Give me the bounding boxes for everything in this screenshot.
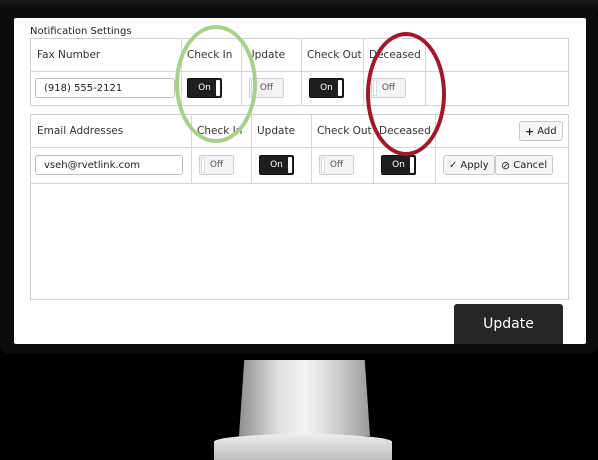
email-col-divider	[311, 115, 312, 183]
fax-number-header: Fax Number	[37, 49, 101, 61]
email-settings-table: Email Addresses Check In Update Check Ou…	[30, 114, 569, 300]
fax-col-divider	[363, 39, 364, 105]
apply-button[interactable]: ✓ Apply	[443, 155, 495, 175]
email-update-toggle[interactable]: On	[259, 155, 294, 175]
monitor-stand-neck	[239, 360, 370, 436]
email-check-out-header: Check Out	[317, 125, 372, 137]
email-update-header: Update	[257, 125, 296, 137]
red-highlight-circle	[366, 32, 446, 156]
email-check-out-toggle[interactable]: Off	[319, 155, 354, 175]
fax-settings-table: Fax Number Check In Update Check Out Dec…	[30, 38, 569, 106]
section-title: Notification Settings	[30, 26, 132, 37]
add-email-button[interactable]: + Add	[519, 121, 563, 141]
email-header-divider	[31, 147, 568, 148]
cancel-label: Cancel	[513, 159, 548, 171]
email-row-divider	[31, 183, 568, 184]
fax-check-out-header: Check Out	[307, 49, 362, 61]
fax-header-divider	[31, 71, 568, 72]
fax-header-row: Fax Number Check In Update Check Out Dec…	[31, 39, 568, 71]
apply-label: Apply	[460, 159, 489, 171]
email-col-divider	[251, 115, 252, 183]
monitor-stand-base	[214, 434, 392, 460]
plus-icon: +	[525, 124, 535, 138]
email-deceased-toggle[interactable]: On	[381, 155, 416, 175]
fax-col-divider	[301, 39, 302, 105]
update-button[interactable]: Update	[454, 304, 563, 344]
email-check-in-toggle[interactable]: Off	[199, 155, 234, 175]
email-header-row: Email Addresses Check In Update Check Ou…	[31, 115, 568, 147]
email-address-input[interactable]: vseh@rvetlink.com	[35, 155, 183, 175]
email-addresses-header: Email Addresses	[37, 125, 124, 137]
add-email-label: Add	[537, 125, 557, 137]
cancel-icon: ⊘	[501, 158, 511, 172]
checkmark-icon: ✓	[449, 159, 458, 171]
monitor-screen: Notification Settings Fax Number Check I…	[14, 18, 586, 344]
green-highlight-circle	[175, 25, 257, 143]
cancel-button[interactable]: ⊘ Cancel	[495, 155, 554, 175]
fax-check-out-toggle[interactable]: On	[309, 78, 344, 98]
fax-number-input[interactable]: (918) 555-2121	[35, 78, 175, 98]
